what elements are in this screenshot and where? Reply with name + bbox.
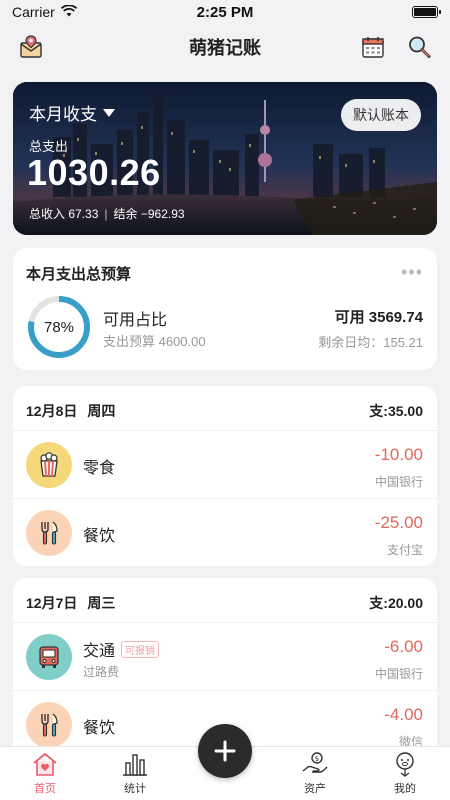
category-name: 零食 — [83, 460, 116, 477]
calendar-icon[interactable] — [358, 32, 388, 62]
svg-text:$: $ — [315, 755, 319, 763]
chart-icon — [121, 750, 149, 778]
day-header: 12月7日 周三 支:20.00 — [26, 593, 423, 613]
summary-period-selector[interactable]: 本月收支 — [29, 100, 115, 125]
transaction-amount: -6.00 — [384, 637, 423, 656]
tab-label: 统计 — [124, 783, 146, 795]
tab-statistics[interactable]: 统计 — [100, 750, 170, 796]
category-name: 餐饮 — [83, 528, 116, 545]
transaction-row[interactable]: 零食 -10.00 中国银行 — [13, 430, 437, 498]
wifi-icon — [60, 4, 77, 20]
category-name-row: 交通 可报销 — [83, 637, 160, 661]
day-weekday: 周四 — [87, 403, 116, 419]
utensils-icon — [26, 702, 72, 748]
transaction-row[interactable]: 餐饮 -25.00 支付宝 — [13, 498, 437, 566]
profile-icon — [391, 750, 419, 778]
tab-home[interactable]: 首页 — [10, 750, 80, 796]
home-icon — [31, 750, 59, 778]
tab-label: 我的 — [394, 783, 416, 795]
nav-bar: 萌猪记账 — [0, 24, 450, 70]
daily-average: 剩余日均：155.21 — [318, 335, 423, 350]
transaction-note: 过路费 — [83, 665, 120, 679]
balance-text: 结余 −962.93 — [113, 207, 185, 221]
reimbursable-badge: 可报销 — [121, 641, 160, 659]
tab-assets[interactable]: $ 资产 — [280, 750, 350, 796]
transaction-amount: -25.00 — [374, 513, 423, 532]
day-total: 支:20.00 — [369, 595, 423, 611]
wallet-icon: $ — [301, 750, 329, 778]
day-group-card: 12月8日 周四 支:35.00 零食 -10.00 中国银行 餐饮 -25.0… — [13, 386, 437, 566]
budget-amount: 支出预算 4600.00 — [103, 334, 206, 349]
plus-icon — [214, 740, 236, 762]
transaction-row[interactable]: 交通 可报销 过路费 -6.00 中国银行 — [13, 622, 437, 690]
add-record-button[interactable] — [198, 724, 252, 778]
tab-label: 首页 — [34, 783, 56, 795]
day-date: 12月7日 — [26, 595, 78, 611]
transaction-amount: -4.00 — [384, 705, 423, 724]
utensils-icon — [26, 510, 72, 556]
search-icon[interactable] — [404, 32, 434, 62]
available-amount: 可用 3569.74 — [334, 309, 423, 326]
transaction-account: 中国银行 — [374, 475, 423, 489]
category-name: 餐饮 — [83, 720, 116, 737]
separator: | — [104, 206, 108, 221]
day-header: 12月8日 周四 支:35.00 — [26, 401, 423, 421]
income-text: 总收入 67.33 — [29, 207, 99, 221]
category-name: 交通 — [83, 643, 116, 660]
transaction-amount: -10.00 — [374, 445, 423, 464]
battery-icon — [412, 6, 441, 18]
summary-title: 本月收支 — [29, 105, 97, 124]
summary-footer: 总收入 67.33 | 结余 −962.93 — [29, 205, 185, 222]
expense-amount: 1030.26 — [27, 152, 161, 193]
status-bar: Carrier 2:25 PM — [0, 0, 450, 24]
tab-profile[interactable]: 我的 — [370, 750, 440, 796]
available-ratio-label: 可用占比 — [103, 312, 168, 329]
budget-card[interactable]: 本月支出总预算 ••• 78% 可用占比 支出预算 4600.00 可用 356… — [13, 248, 437, 370]
account-book-button[interactable]: 默认账本 — [341, 99, 421, 131]
transaction-account: 支付宝 — [386, 543, 423, 557]
day-weekday: 周三 — [87, 595, 116, 611]
caret-down-icon — [103, 108, 115, 117]
bus-icon — [26, 634, 72, 680]
transaction-account: 中国银行 — [374, 667, 423, 681]
mail-icon[interactable] — [16, 32, 46, 62]
day-total: 支:35.00 — [369, 403, 423, 419]
monthly-summary-card[interactable]: 本月收支 默认账本 总支出 1030.26 总收入 67.33 | 结余 −96… — [13, 82, 437, 235]
budget-percent: 78% — [43, 318, 75, 336]
popcorn-icon — [26, 442, 72, 488]
tab-label: 资产 — [304, 783, 326, 795]
more-icon[interactable]: ••• — [401, 262, 423, 283]
carrier-label: Carrier — [12, 4, 55, 20]
day-date: 12月8日 — [26, 403, 78, 419]
budget-title: 本月支出总预算 — [26, 266, 132, 283]
